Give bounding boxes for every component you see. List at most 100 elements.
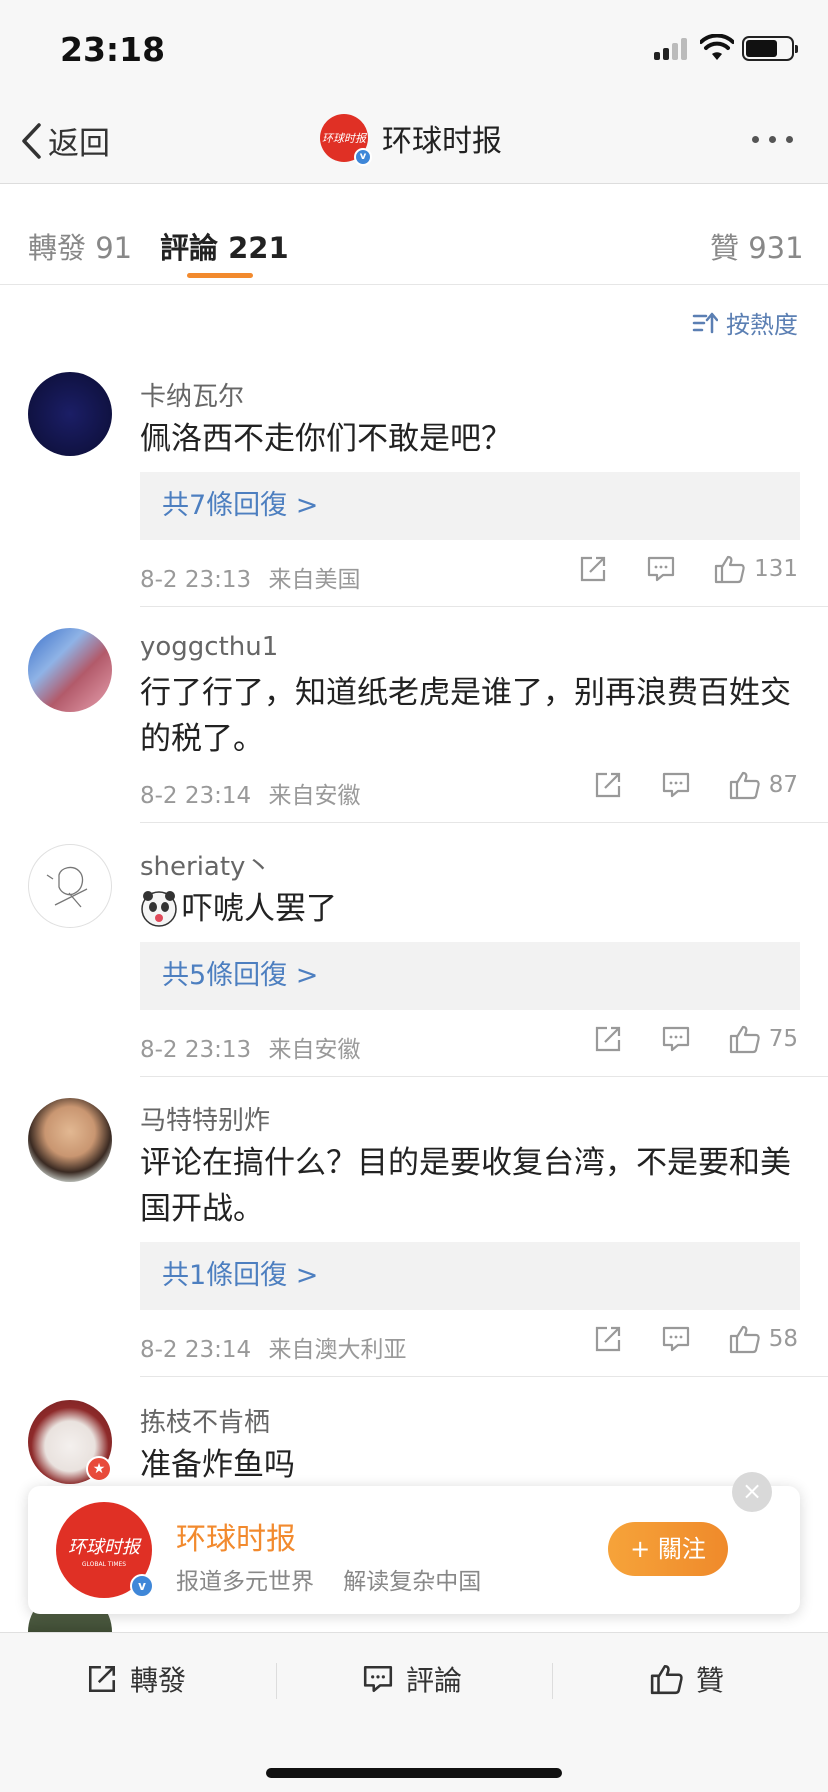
dot-icon — [752, 136, 759, 143]
like-button[interactable]: 75 — [729, 1024, 798, 1054]
thumbs-up-icon — [729, 1025, 760, 1054]
dot-icon — [769, 136, 776, 143]
replies-link[interactable]: 共5條回復 > — [140, 942, 800, 1010]
tab-comments[interactable]: 評論 221 — [160, 225, 289, 267]
cellular-signal-icon — [654, 38, 688, 60]
more-options-button[interactable] — [752, 136, 793, 143]
account-avatar: 环球时报 v — [320, 114, 372, 166]
comment-button[interactable]: 評論 — [362, 1659, 462, 1699]
comment-location: 来自安徽 — [268, 1037, 361, 1063]
wifi-icon — [700, 34, 734, 60]
tab-reposts[interactable]: 轉發 91 — [28, 225, 132, 267]
share-icon — [595, 1326, 620, 1352]
card-description: 报道多元世界 解读复杂中国 — [176, 1569, 482, 1595]
comment-username[interactable]: 马特特别炸 — [140, 1100, 270, 1137]
battery-icon — [742, 36, 798, 61]
divider — [140, 1076, 828, 1077]
avatar-logo-text: 环球时报 — [322, 132, 366, 145]
page-title: 环球时报 — [382, 124, 502, 159]
comment-text: 准备炸鱼吗 — [140, 1447, 295, 1483]
divider — [140, 1376, 828, 1377]
tab-bar: 轉發 91 評論 221 贊 931 — [0, 195, 828, 285]
reply-button[interactable] — [661, 770, 691, 800]
like-button[interactable]: 131 — [714, 554, 798, 584]
share-icon — [595, 772, 620, 798]
comment-meta: 8-2 23:13 来自安徽 — [140, 1030, 360, 1064]
avatar[interactable] — [28, 372, 112, 456]
divider — [552, 1663, 553, 1699]
close-icon[interactable]: × — [732, 1472, 772, 1512]
panda-emoji-icon — [141, 891, 177, 927]
replies-link[interactable]: 共1條回復 > — [140, 1242, 800, 1310]
comment-location: 来自美国 — [268, 567, 361, 593]
follow-card: 环球时报 GLOBAL TIMES v 环球时报 报道多元世界 解读复杂中国 +… — [28, 1486, 800, 1614]
comment-location: 来自澳大利亚 — [268, 1337, 407, 1363]
comment-username[interactable]: 拣枝不肯栖 — [140, 1402, 270, 1439]
comment-text-row: 吓唬人罢了 — [140, 886, 800, 932]
thumbs-up-icon — [729, 1325, 760, 1354]
account-header[interactable]: 环球时报 v 环球时报 — [320, 114, 502, 166]
comment-username[interactable]: sheriaty丶 — [140, 846, 271, 883]
comment-icon — [662, 772, 689, 798]
avatar[interactable] — [28, 844, 112, 928]
like-button[interactable]: 贊 — [650, 1659, 724, 1699]
comment-meta: 8-2 23:14 来自澳大利亚 — [140, 1330, 406, 1364]
card-logo-text: 环球时报 — [68, 1536, 140, 1558]
comment-actions: 75 — [555, 1024, 798, 1054]
comment-time: 8-2 23:14 — [140, 1337, 252, 1363]
comment-icon — [363, 1665, 393, 1693]
avatar[interactable] — [28, 1098, 112, 1182]
sort-label: 按熱度 — [726, 311, 798, 339]
sort-icon — [692, 312, 718, 333]
comment-icon — [662, 1026, 689, 1052]
comment-meta: 8-2 23:14 来自安徽 — [140, 776, 360, 810]
verified-badge-icon: v — [130, 1574, 154, 1598]
replies-link[interactable]: 共7條回復 > — [140, 472, 800, 540]
back-button[interactable]: 返回 — [20, 118, 110, 163]
share-button[interactable] — [593, 1324, 623, 1354]
comment-time: 8-2 23:13 — [140, 567, 252, 593]
status-time: 23:18 — [60, 30, 166, 69]
like-count: 58 — [768, 1326, 798, 1352]
comment-text: 佩洛西不走你们不敢是吧？ — [140, 421, 512, 457]
comment-actions: 87 — [555, 770, 798, 800]
repost-label: 轉發 — [130, 1664, 187, 1697]
card-account-name[interactable]: 环球时报 — [176, 1514, 296, 1558]
comment-actions: 58 — [555, 1324, 798, 1354]
comment-time: 8-2 23:14 — [140, 783, 252, 809]
comment-text: 评论在搞什么？目的是要收复台湾，不是要和美国开战。 — [140, 1145, 791, 1227]
comment-username[interactable]: 卡纳瓦尔 — [140, 376, 244, 413]
home-indicator — [266, 1768, 562, 1778]
verified-badge-icon: v — [354, 148, 372, 166]
thumbs-up-icon — [650, 1664, 683, 1695]
reply-button[interactable] — [646, 554, 676, 584]
like-button[interactable]: 87 — [729, 770, 798, 800]
comment-time: 8-2 23:13 — [140, 1037, 252, 1063]
share-icon — [88, 1665, 116, 1693]
comment-meta: 8-2 23:13 来自美国 — [140, 560, 360, 594]
share-button[interactable] — [593, 770, 623, 800]
avatar[interactable] — [28, 628, 112, 712]
reply-button[interactable] — [661, 1324, 691, 1354]
active-tab-indicator — [187, 273, 253, 278]
repost-button[interactable]: 轉發 — [86, 1659, 186, 1699]
follow-button[interactable]: + 關注 — [608, 1522, 728, 1576]
avatar-badge-icon: ★ — [86, 1456, 112, 1482]
share-button[interactable] — [593, 1024, 623, 1054]
share-button[interactable] — [578, 554, 608, 584]
top-bar: 23:18 返回 环球时报 v 环球时报 — [0, 0, 828, 184]
card-logo-subtext: GLOBAL TIMES — [81, 1560, 127, 1568]
divider — [140, 606, 828, 607]
sort-button[interactable]: 按熱度 — [692, 305, 798, 340]
comment-username[interactable]: yoggcthu1 — [140, 632, 278, 662]
tab-likes[interactable]: 贊 931 — [710, 225, 804, 267]
reply-button[interactable] — [661, 1024, 691, 1054]
share-icon — [580, 556, 606, 582]
divider — [140, 822, 828, 823]
comment-icon — [662, 1326, 689, 1352]
thumbs-up-icon — [729, 771, 760, 800]
comment-location: 来自安徽 — [268, 783, 361, 809]
comment-text: 吓唬人罢了 — [182, 891, 337, 927]
divider — [276, 1663, 277, 1699]
like-button[interactable]: 58 — [729, 1324, 798, 1354]
